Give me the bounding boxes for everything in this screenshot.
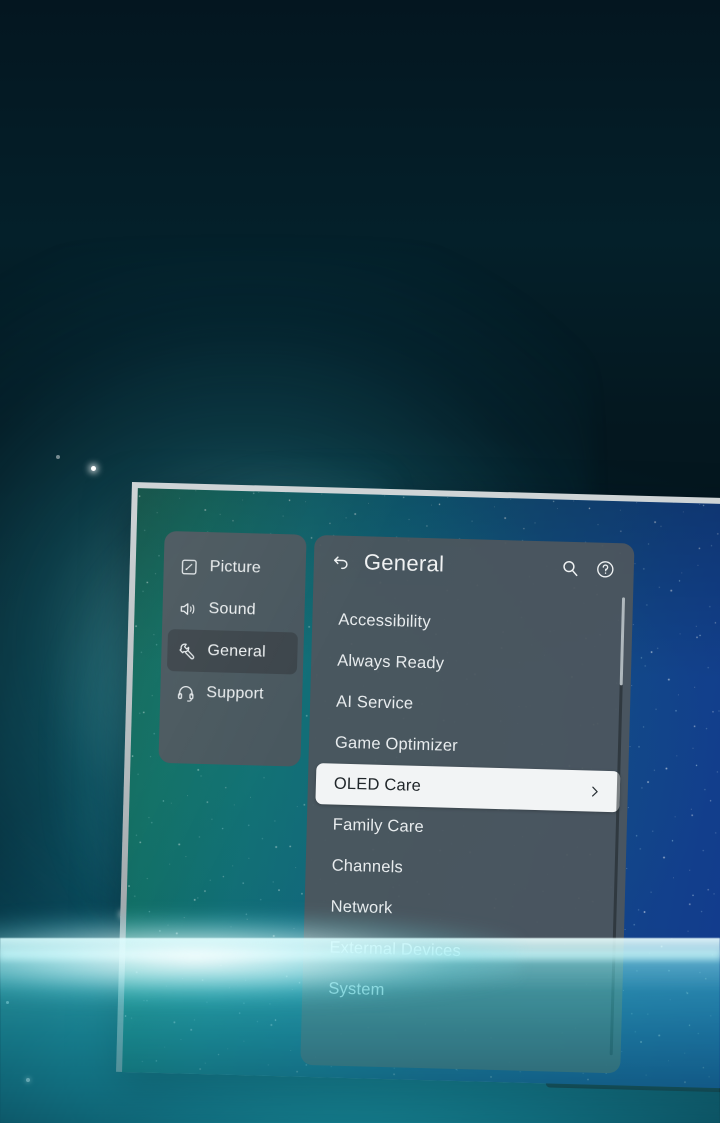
menu-item-label: Family Care <box>332 815 425 837</box>
sidebar-item-picture[interactable]: Picture <box>169 545 300 591</box>
sidebar-item-label: Sound <box>208 600 257 619</box>
headset-icon <box>176 683 196 703</box>
chevron-right-icon <box>588 784 602 798</box>
light-particle <box>91 466 96 471</box>
page-title: General <box>363 549 445 577</box>
help-circle-icon[interactable] <box>595 558 617 580</box>
sidebar-item-support[interactable]: Support <box>166 671 297 717</box>
menu-item-label: OLED Care <box>333 774 422 795</box>
sound-icon <box>178 599 198 619</box>
table-glow <box>0 913 520 1003</box>
picture-icon <box>179 557 199 577</box>
sidebar-item-general[interactable]: General <box>166 629 298 675</box>
sidebar-item-label: General <box>207 642 267 661</box>
menu-item-label: Accessibility <box>338 610 432 632</box>
search-icon[interactable] <box>560 557 582 579</box>
sidebar-item-label: Picture <box>209 558 262 577</box>
sidebar-item-label: Support <box>206 684 264 703</box>
scene: Picture Sound General Support General Ac… <box>0 0 720 1123</box>
back-arrow-icon[interactable] <box>330 550 353 573</box>
panel-header: General <box>313 535 634 596</box>
sidebar-item-sound[interactable]: Sound <box>168 587 299 633</box>
settings-sidebar: Picture Sound General Support <box>158 530 307 767</box>
menu-item-label: Channels <box>331 856 404 877</box>
menu-item-label: Game Optimizer <box>334 733 459 755</box>
menu-item-label: Always Ready <box>337 651 445 673</box>
menu-item-label: AI Service <box>335 692 414 713</box>
wrench-icon <box>177 641 197 661</box>
light-particle <box>56 455 60 459</box>
